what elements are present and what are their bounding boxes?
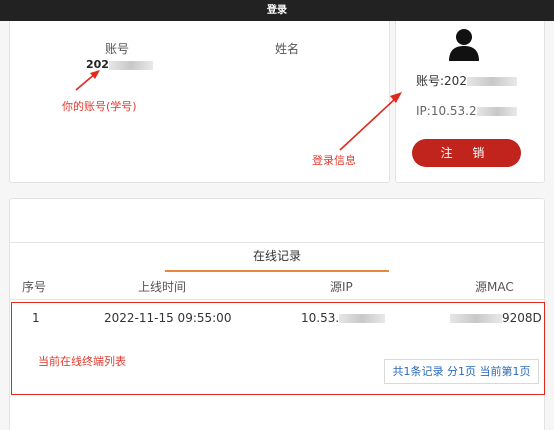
account-arrow (75, 70, 100, 91)
login-info-arrow (339, 92, 402, 151)
annotation-arrows (75, 70, 402, 151)
